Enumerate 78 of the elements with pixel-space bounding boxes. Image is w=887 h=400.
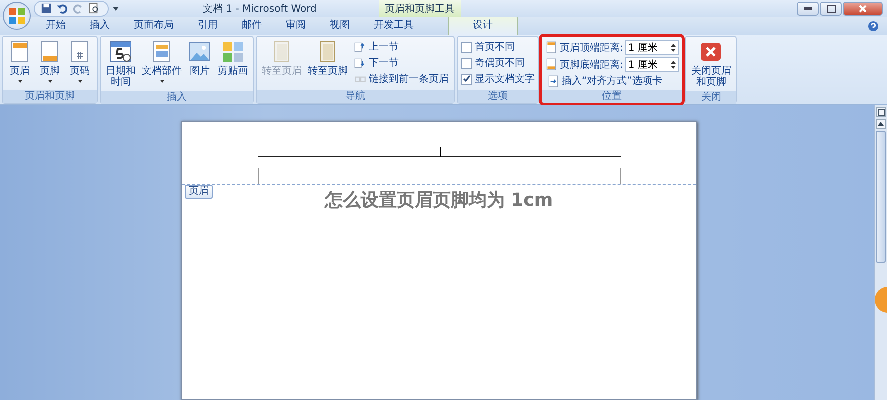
- group-label: 页眉和页脚: [3, 90, 97, 103]
- group-label: 关闭: [686, 91, 736, 104]
- close-button[interactable]: [843, 2, 883, 16]
- office-button[interactable]: [3, 2, 31, 30]
- minimize-icon: [804, 7, 812, 10]
- spinner-label: 页眉顶端距离:: [560, 42, 624, 54]
- caret-icon: [113, 6, 119, 10]
- text-cursor: [440, 147, 441, 157]
- ribbon-button[interactable]: 页脚: [36, 39, 64, 86]
- minimize-button[interactable]: [797, 2, 819, 16]
- calendar-icon: [109, 40, 133, 64]
- ribbon-tab[interactable]: 视图: [320, 15, 360, 35]
- group-label: 位置: [542, 90, 682, 103]
- picture-icon: [188, 40, 212, 64]
- up-triangle-icon: [878, 122, 884, 126]
- caret-icon: [48, 80, 52, 83]
- checkbox[interactable]: [461, 74, 472, 84]
- close-icon: [859, 4, 867, 12]
- scroll-thumb[interactable]: [876, 131, 886, 263]
- undo-icon: [57, 3, 68, 14]
- spin-arrows-icon: [671, 60, 676, 70]
- spin-arrows-icon: [671, 42, 676, 52]
- caret-icon: [18, 80, 22, 83]
- ribbon-button[interactable]: 图片: [186, 39, 214, 78]
- window-title: 文档 1 - Microsoft Word: [203, 2, 317, 16]
- checkbox-label: 奇偶页不同: [475, 57, 525, 70]
- ribbon-button[interactable]: 剪贴画: [216, 39, 250, 78]
- ribbon-button[interactable]: 下一节: [352, 56, 451, 70]
- ribbon-button[interactable]: 关闭页眉 和页脚: [689, 39, 734, 89]
- checkbox-label: 显示文档文字: [475, 72, 535, 86]
- contextual-tab-header: 页眉和页脚工具: [378, 0, 461, 17]
- ribbon-button[interactable]: 页码: [66, 39, 94, 86]
- ribbon-tab[interactable]: 开始: [36, 15, 76, 35]
- ribbon-tab[interactable]: 邮件: [232, 15, 272, 35]
- redo-icon: [73, 3, 84, 14]
- checkbox[interactable]: [461, 42, 472, 52]
- save-button[interactable]: [41, 3, 52, 14]
- close-icon: [699, 40, 724, 64]
- ruler-toggle-button[interactable]: [876, 107, 886, 117]
- page-header-icon: [545, 41, 558, 54]
- ribbon-button[interactable]: 转至页脚: [306, 39, 350, 78]
- caret-icon: [78, 80, 82, 83]
- vertical-scrollbar[interactable]: [874, 105, 887, 400]
- ribbon-tab[interactable]: 开发工具: [364, 15, 424, 35]
- office-logo-icon: [8, 7, 26, 25]
- caret-icon: [160, 80, 164, 83]
- restore-button[interactable]: [820, 2, 842, 16]
- checkbox-label: 首页不同: [475, 41, 515, 54]
- group-label: 导航: [257, 90, 454, 103]
- ribbon-button[interactable]: 上一节: [352, 40, 451, 54]
- group-label: 插入: [101, 91, 253, 104]
- ribbon-tab[interactable]: 插入: [80, 15, 120, 35]
- help-icon[interactable]: [868, 20, 879, 32]
- group-label: 选项: [458, 90, 538, 103]
- checkbox[interactable]: [461, 58, 472, 68]
- magnifier-page-icon: [89, 3, 100, 14]
- ribbon-button[interactable]: 文档部件: [140, 39, 184, 86]
- restore-icon: [826, 4, 836, 12]
- ribbon-button[interactable]: 日期和 时间: [104, 39, 138, 89]
- ribbon-button[interactable]: 插入“对齐方式”选项卡: [545, 74, 680, 88]
- header-tag: 页眉: [185, 185, 213, 199]
- spinner-field[interactable]: 1 厘米: [625, 57, 680, 72]
- scroll-up-button[interactable]: [876, 119, 886, 129]
- undo-button[interactable]: [57, 3, 68, 14]
- save-icon: [41, 3, 52, 14]
- document-text: 怎么设置页眉页脚均为 1cm: [324, 189, 554, 212]
- ribbon-tab[interactable]: 设计: [448, 15, 518, 35]
- clipart-icon: [221, 40, 245, 64]
- page-footer-icon: [545, 58, 558, 71]
- up-arrow-icon: [354, 40, 367, 54]
- print-preview-button[interactable]: [89, 3, 100, 14]
- spinner-label: 页脚底端距离:: [560, 58, 624, 72]
- spinner-field[interactable]: 1 厘米: [625, 40, 680, 55]
- ribbon-tab[interactable]: 页面布局: [124, 15, 184, 35]
- down-arrow-icon: [354, 56, 367, 70]
- ribbon-tab[interactable]: 审阅: [276, 15, 316, 35]
- ribbon-button[interactable]: 页眉: [6, 39, 34, 86]
- ribbon-tab[interactable]: 引用: [188, 15, 228, 35]
